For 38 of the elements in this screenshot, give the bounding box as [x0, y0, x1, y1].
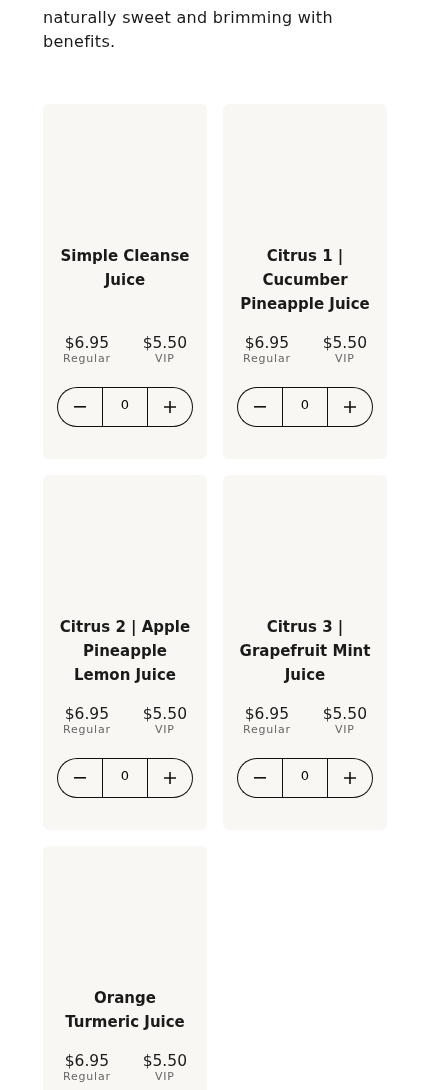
quantity-field[interactable]: 0	[282, 387, 328, 427]
quantity-field[interactable]: 0	[282, 758, 328, 798]
price-label: VIP	[154, 1070, 175, 1084]
product-name: Simple Cleanse Juice	[59, 246, 191, 291]
product-name: Citrus 1 | Cucumber Pineapple Juice	[239, 246, 371, 315]
price-label: VIP	[154, 723, 175, 737]
price-label: VIP	[334, 723, 355, 737]
minus-icon	[254, 406, 266, 408]
price-label: Regular	[243, 352, 291, 366]
plus-icon	[164, 401, 176, 413]
regular-price: $6.95	[244, 334, 290, 352]
price-label: Regular	[243, 723, 291, 737]
regular-price: $6.95	[64, 705, 110, 723]
vip-price: $5.50	[322, 705, 367, 723]
minus-icon	[74, 777, 86, 779]
price-label: Regular	[63, 723, 111, 737]
price-label: Regular	[63, 352, 111, 366]
product-name: Orange Turmeric Juice	[64, 988, 186, 1033]
regular-price: $6.95	[64, 334, 110, 352]
vip-price: $5.50	[142, 705, 187, 723]
vip-price: $5.50	[322, 334, 367, 352]
intro-text: naturally sweet and brimming with benefits.	[43, 7, 333, 53]
quantity-field[interactable]: 0	[102, 758, 148, 798]
vip-price: $5.50	[142, 334, 187, 352]
plus-icon	[344, 772, 356, 784]
price-label: VIP	[334, 352, 355, 366]
regular-price: $6.95	[64, 1052, 110, 1070]
product-name: Citrus 2 | Apple Pineapple Lemon Juice	[58, 617, 192, 686]
minus-icon	[254, 777, 266, 779]
product-name: Citrus 3 | Grapefruit Mint Juice	[238, 617, 372, 686]
quantity-field[interactable]: 0	[102, 387, 148, 427]
regular-price: $6.95	[244, 705, 290, 723]
plus-icon	[344, 401, 356, 413]
price-label: VIP	[154, 352, 175, 366]
plus-icon	[164, 772, 176, 784]
minus-icon	[74, 406, 86, 408]
vip-price: $5.50	[142, 1052, 187, 1070]
price-label: Regular	[63, 1070, 111, 1084]
